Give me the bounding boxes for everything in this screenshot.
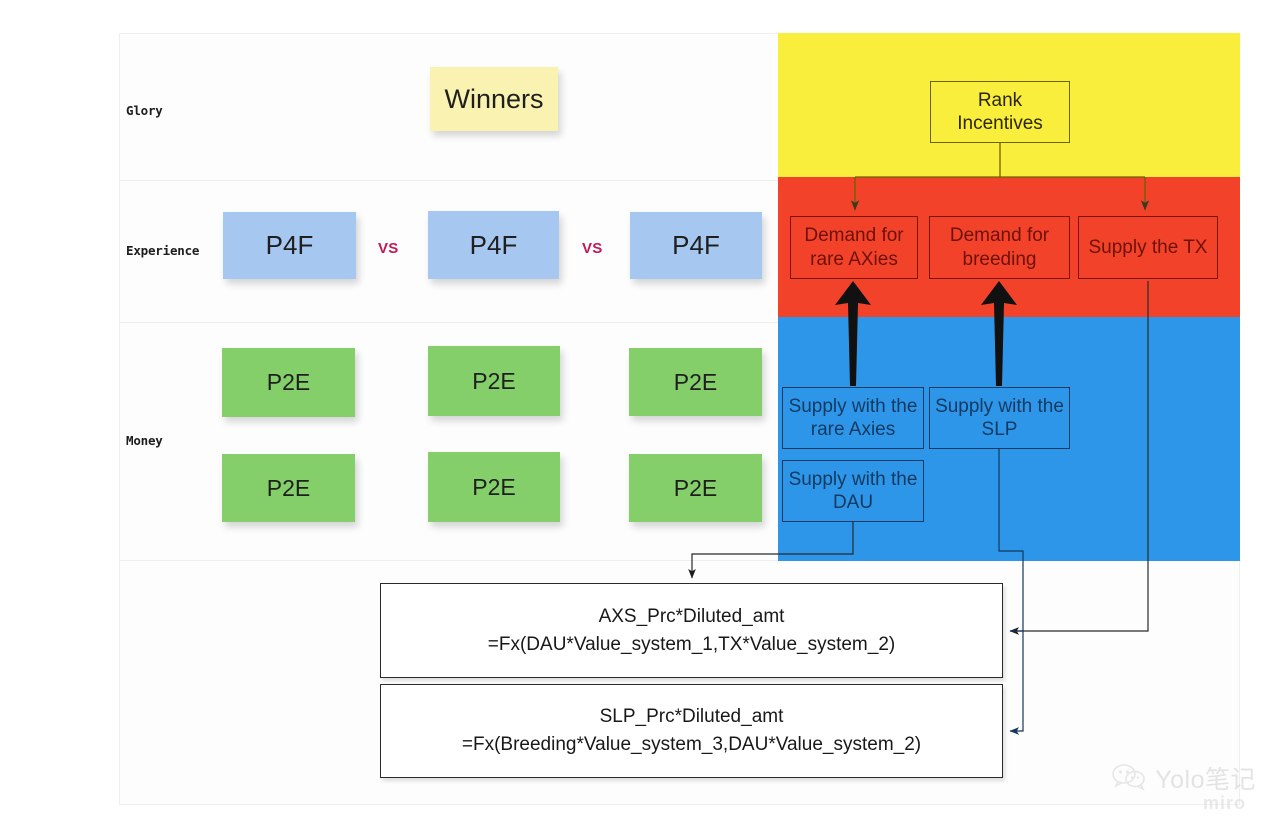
row-label-glory: Glory: [126, 103, 163, 118]
watermark-brand: Yolo笔记: [1155, 766, 1256, 794]
sticky-note-winners[interactable]: Winners: [430, 67, 558, 131]
box-slp-formula[interactable]: SLP_Prc*Diluted_amt =Fx(Breeding*Value_s…: [380, 684, 1003, 778]
diagram-canvas: Glory Experience Money Winners P4F VS P4…: [0, 0, 1280, 832]
box-demand-breeding[interactable]: Demand for breeding: [929, 216, 1070, 279]
sticky-note-p2e-1[interactable]: P2E: [222, 348, 355, 417]
box-supply-slp[interactable]: Supply with the SLP: [929, 387, 1070, 449]
box-label: Supply with the rare Axies: [788, 395, 918, 440]
box-axs-formula[interactable]: AXS_Prc*Diluted_amt =Fx(DAU*Value_system…: [380, 583, 1003, 678]
box-label: Supply the TX: [1088, 236, 1208, 258]
box-demand-rare-axies[interactable]: Demand for rare AXies: [790, 216, 918, 279]
sticky-label: Winners: [444, 83, 544, 114]
sticky-note-p2e-3[interactable]: P2E: [629, 348, 762, 416]
formula-line-1: AXS_Prc*Diluted_amt: [598, 605, 785, 627]
sticky-label: P4F: [672, 230, 720, 260]
sticky-note-p2e-6[interactable]: P2E: [629, 454, 762, 522]
box-rank-incentives[interactable]: Rank Incentives: [930, 81, 1070, 143]
sticky-note-p4f-2[interactable]: P4F: [428, 211, 559, 279]
watermark: Yolo笔记 miro: [1111, 760, 1256, 814]
vs-separator-2: VS: [582, 240, 603, 257]
formula-line-2: =Fx(DAU*Value_system_1,TX*Value_system_2…: [487, 633, 896, 655]
sticky-note-p4f-1[interactable]: P4F: [223, 212, 356, 279]
vs-separator-1: VS: [378, 240, 399, 257]
watermark-tool: miro: [1202, 793, 1246, 813]
formula-line-2: =Fx(Breeding*Value_system_3,DAU*Value_sy…: [461, 734, 922, 755]
sticky-note-p2e-5[interactable]: P2E: [428, 452, 560, 522]
wechat-icon: [1112, 764, 1146, 791]
formula-line-1: SLP_Prc*Diluted_amt: [599, 706, 784, 728]
sticky-label: P2E: [472, 367, 516, 394]
sticky-label: P4F: [265, 230, 314, 260]
box-supply-rare-axies[interactable]: Supply with the rare Axies: [782, 387, 924, 449]
box-label: Demand for breeding: [949, 225, 1050, 270]
box-label: Supply with the DAU: [788, 468, 918, 513]
sticky-label: P2E: [266, 474, 311, 501]
sticky-label: P2E: [472, 473, 516, 500]
row-label-money: Money: [126, 433, 163, 448]
sticky-label: P2E: [673, 474, 718, 501]
sticky-note-p2e-2[interactable]: P2E: [428, 346, 560, 416]
sticky-label: P2E: [673, 368, 718, 395]
box-label: Demand for rare AXies: [804, 225, 904, 270]
sticky-note-p2e-4[interactable]: P2E: [222, 454, 355, 522]
sticky-note-p4f-3[interactable]: P4F: [630, 212, 762, 279]
box-supply-dau[interactable]: Supply with the DAU: [782, 460, 924, 522]
box-label: Rank Incentives: [957, 89, 1043, 134]
sticky-label: P4F: [469, 229, 518, 260]
box-label: Supply with the SLP: [935, 395, 1064, 440]
row-label-experience: Experience: [126, 243, 200, 258]
box-supply-tx[interactable]: Supply the TX: [1078, 216, 1218, 279]
sticky-label: P2E: [266, 369, 311, 395]
